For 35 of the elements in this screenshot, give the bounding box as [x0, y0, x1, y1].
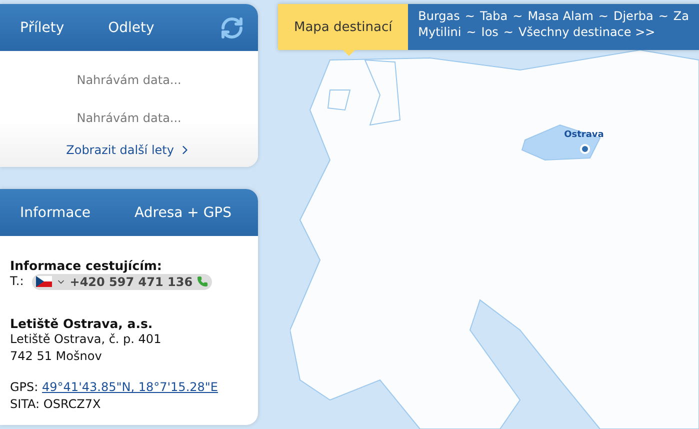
- separator-text: ~: [658, 9, 668, 23]
- destination-link[interactable]: Taba: [480, 9, 508, 23]
- phone-label: T.:: [10, 273, 24, 290]
- phone-icon: [196, 276, 208, 287]
- separator-text: ~: [598, 9, 608, 23]
- flag-icon: [36, 276, 52, 287]
- phone-field[interactable]: +420 597 471 136: [32, 274, 212, 290]
- more-flights-link[interactable]: Zobrazit další lety: [66, 143, 192, 157]
- separator-text: ~: [466, 25, 476, 39]
- destination-link[interactable]: Ios: [481, 25, 498, 39]
- separator-text: ~: [464, 9, 475, 23]
- gps-link[interactable]: 49°41'43.85"N, 18°7'15.28"E: [42, 380, 218, 394]
- separator-text: ~: [512, 9, 523, 23]
- flight-tab[interactable]: Odlety: [108, 20, 154, 36]
- loading-text: Nahrávám data...: [76, 73, 182, 87]
- gps-text: GPS: 49°41'43.85"N, 18°7'15.28"E: [10, 379, 220, 396]
- loading-text: Nahrávám data...: [76, 111, 182, 125]
- info-heading: Informace cestujícím:: [10, 258, 163, 273]
- destination-link[interactable]: Masa Alam: [528, 9, 594, 23]
- address-line: Letiště Ostrava, č. p. 401: [10, 331, 162, 348]
- address-line: 742 51 Mošnov: [10, 348, 103, 365]
- destination-link[interactable]: Djerba: [613, 9, 654, 23]
- destination-link[interactable]: Všechny destinace >>: [518, 25, 656, 39]
- refresh-icon[interactable]: [220, 16, 244, 40]
- sita-text: SITA: OSRCZ7X: [10, 396, 102, 413]
- info-tab[interactable]: Adresa + GPS: [134, 204, 232, 220]
- flight-tab[interactable]: Přílety: [20, 20, 64, 36]
- info-tab[interactable]: Informace: [20, 204, 91, 220]
- separator-text: ~: [503, 25, 514, 39]
- destination-link[interactable]: Burgas: [418, 9, 460, 23]
- map-marker-label: Ostrava: [564, 130, 604, 140]
- tab-pointer: [343, 50, 356, 56]
- destination-link[interactable]: Za: [673, 9, 689, 23]
- destination-link[interactable]: Mytilini: [418, 25, 462, 39]
- company-name: Letiště Ostrava, a.s.: [10, 316, 154, 331]
